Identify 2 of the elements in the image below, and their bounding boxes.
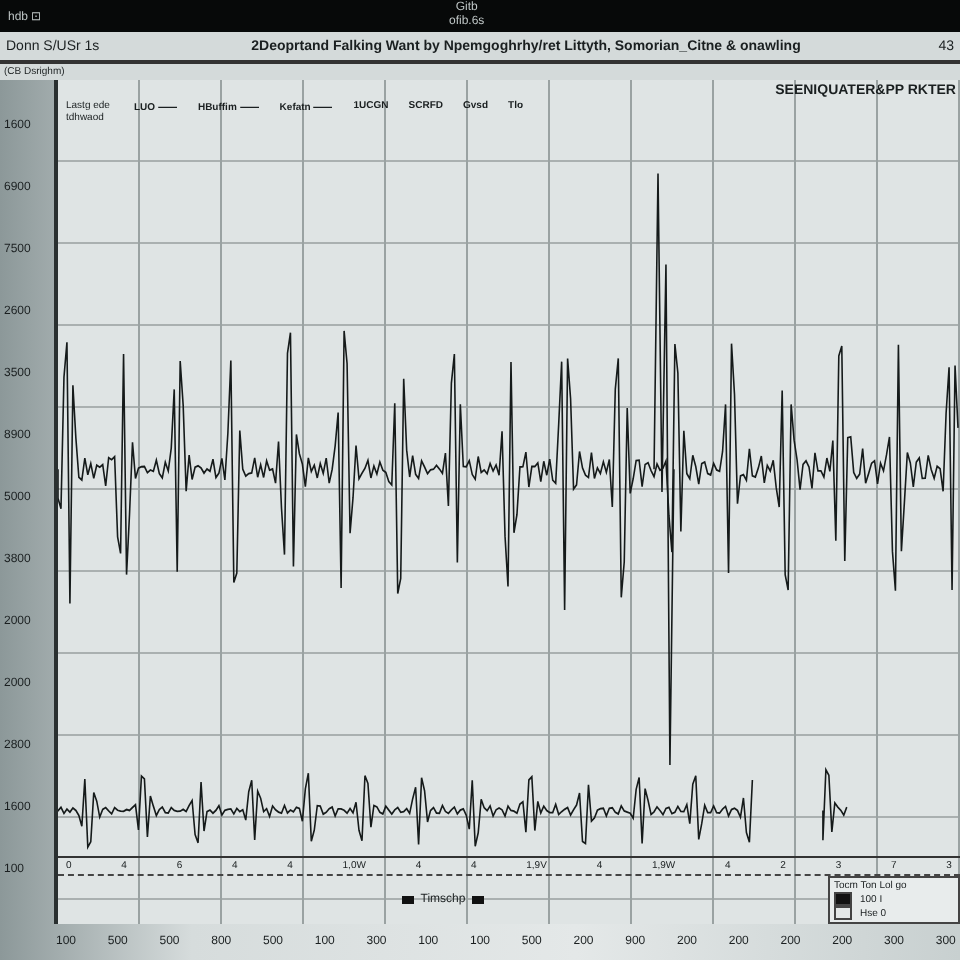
swatch-icon xyxy=(402,896,415,904)
swatch-icon xyxy=(471,896,484,904)
